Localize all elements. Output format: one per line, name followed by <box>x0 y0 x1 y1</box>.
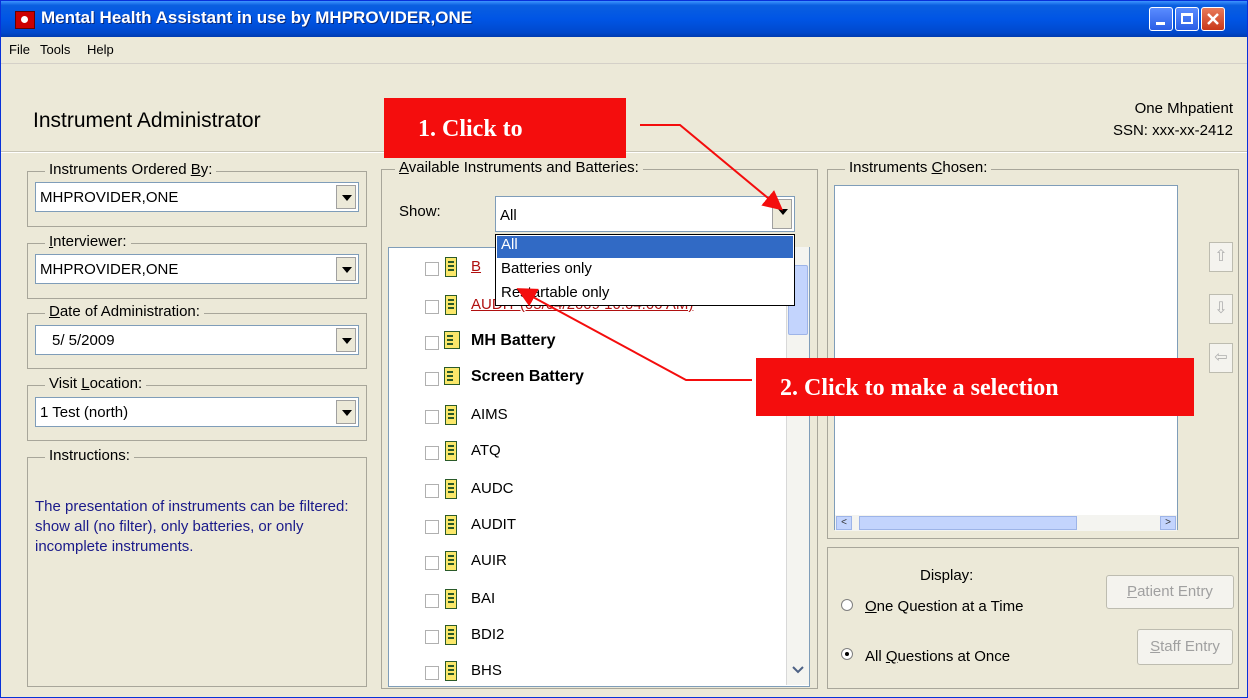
instrument-icon <box>445 479 457 499</box>
chosen-hscrollbar[interactable]: < > <box>835 515 1177 531</box>
chevron-down-icon[interactable] <box>792 665 804 675</box>
maximize-icon <box>1181 13 1193 24</box>
callout-step-2: 2. Click to make a selection <box>756 358 1194 416</box>
chevron-down-icon[interactable] <box>336 185 356 209</box>
checkbox[interactable] <box>425 372 439 386</box>
interviewer-combo[interactable]: MHPROVIDER,ONE <box>35 254 359 284</box>
scrollbar-thumb[interactable] <box>859 516 1077 530</box>
close-button[interactable] <box>1201 7 1225 31</box>
ordered-by-label: Instruments Ordered By: <box>45 161 217 178</box>
interviewer-label: Interviewer: <box>45 233 131 250</box>
show-filter-dropdown[interactable]: All Batteries only Restartable only <box>495 234 795 306</box>
staff-entry-button[interactable]: Staff Entry <box>1137 629 1233 665</box>
chevron-down-icon[interactable] <box>336 257 356 281</box>
patient-name: One Mhpatient <box>1134 100 1233 117</box>
page-title: Instrument Administrator <box>33 109 261 132</box>
show-label: Show: <box>399 203 441 220</box>
instructions-group <box>27 457 367 687</box>
one-question-label[interactable]: One Question at a Time <box>865 598 1023 615</box>
move-down-button[interactable]: ⇩ <box>1209 294 1233 324</box>
menu-bar: File Tools Help <box>1 37 1247 64</box>
instructions-text: The presentation of instruments can be f… <box>35 498 349 555</box>
chevron-left-icon[interactable]: < <box>836 516 852 530</box>
checkbox[interactable] <box>425 262 439 276</box>
remove-button[interactable]: ⇦ <box>1209 343 1233 373</box>
available-label: Available Instruments and Batteries: <box>395 159 643 176</box>
checkbox[interactable] <box>425 484 439 498</box>
patient-entry-button[interactable]: Patient Entry <box>1106 575 1234 609</box>
close-icon <box>1207 13 1219 25</box>
minimize-button[interactable] <box>1149 7 1173 31</box>
dropdown-option-batteries[interactable]: Batteries only <box>497 260 793 282</box>
chevron-down-icon[interactable] <box>336 328 356 352</box>
dropdown-option-all[interactable]: All <box>497 236 793 258</box>
date-picker[interactable]: 5/ 5/2009 <box>35 325 359 355</box>
date-label: Date of Administration: <box>45 303 204 320</box>
instrument-icon <box>445 405 457 425</box>
patient-ssn: SSN: xxx-xx-2412 <box>1112 122 1233 139</box>
checkbox[interactable] <box>425 336 439 350</box>
all-questions-radio[interactable] <box>841 648 853 660</box>
battery-icon <box>444 367 460 385</box>
location-combo[interactable]: 1 Test (north) <box>35 397 359 427</box>
instrument-icon <box>445 625 457 645</box>
title-bar[interactable]: Mental Health Assistant in use by MHPROV… <box>1 1 1247 37</box>
date-value: 5/ 5/2009 <box>52 332 115 349</box>
menu-help[interactable]: Help <box>87 42 114 57</box>
menu-file[interactable]: File <box>9 42 30 57</box>
chevron-down-icon[interactable] <box>772 199 792 229</box>
chevron-down-icon[interactable] <box>336 400 356 424</box>
checkbox[interactable] <box>425 630 439 644</box>
one-question-radio[interactable] <box>841 599 853 611</box>
instrument-icon <box>445 441 457 461</box>
minimize-icon <box>1156 22 1165 25</box>
ordered-by-value: MHPROVIDER,ONE <box>40 189 179 206</box>
instructions-label: Instructions: <box>45 447 134 464</box>
instrument-icon <box>445 589 457 609</box>
down-arrow-icon: ⇩ <box>1214 300 1228 317</box>
instrument-icon <box>445 295 457 315</box>
checkbox[interactable] <box>425 556 439 570</box>
instrument-icon <box>445 551 457 571</box>
window-title: Mental Health Assistant in use by MHPROV… <box>41 8 473 27</box>
instrument-icon <box>445 661 457 681</box>
interviewer-value: MHPROVIDER,ONE <box>40 261 179 278</box>
all-questions-label[interactable]: All Questions at Once <box>865 648 1010 665</box>
up-arrow-icon: ⇧ <box>1214 248 1228 265</box>
ordered-by-combo[interactable]: MHPROVIDER,ONE <box>35 182 359 212</box>
display-panel <box>827 547 1239 689</box>
instrument-icon <box>445 515 457 535</box>
chevron-right-icon[interactable]: > <box>1160 516 1176 530</box>
location-label: Visit Location: <box>45 375 147 392</box>
checkbox[interactable] <box>425 666 439 680</box>
move-up-button[interactable]: ⇧ <box>1209 242 1233 272</box>
instrument-icon <box>445 257 457 277</box>
checkbox[interactable] <box>425 520 439 534</box>
menu-tools[interactable]: Tools <box>40 42 70 57</box>
maximize-button[interactable] <box>1175 7 1199 31</box>
location-value: 1 Test (north) <box>40 404 129 421</box>
chosen-label: Instruments Chosen: <box>845 159 992 176</box>
left-arrow-icon: ⇦ <box>1214 349 1228 366</box>
checkbox[interactable] <box>425 594 439 608</box>
callout-step-1: 1. Click to <box>384 98 626 158</box>
show-filter-select[interactable]: All <box>495 196 795 232</box>
show-value: All <box>500 207 517 224</box>
list-scrollbar[interactable] <box>786 247 809 685</box>
checkbox[interactable] <box>425 410 439 424</box>
battery-icon <box>444 331 460 349</box>
checkbox[interactable] <box>425 300 439 314</box>
instrument-list[interactable]: B AUDIT (05/04/2009 10:04:06 AM) MH Batt… <box>388 247 810 687</box>
dropdown-option-restartable[interactable]: Restartable only <box>497 284 793 306</box>
display-label: Display: <box>920 567 974 584</box>
app-icon <box>15 11 35 29</box>
checkbox[interactable] <box>425 446 439 460</box>
